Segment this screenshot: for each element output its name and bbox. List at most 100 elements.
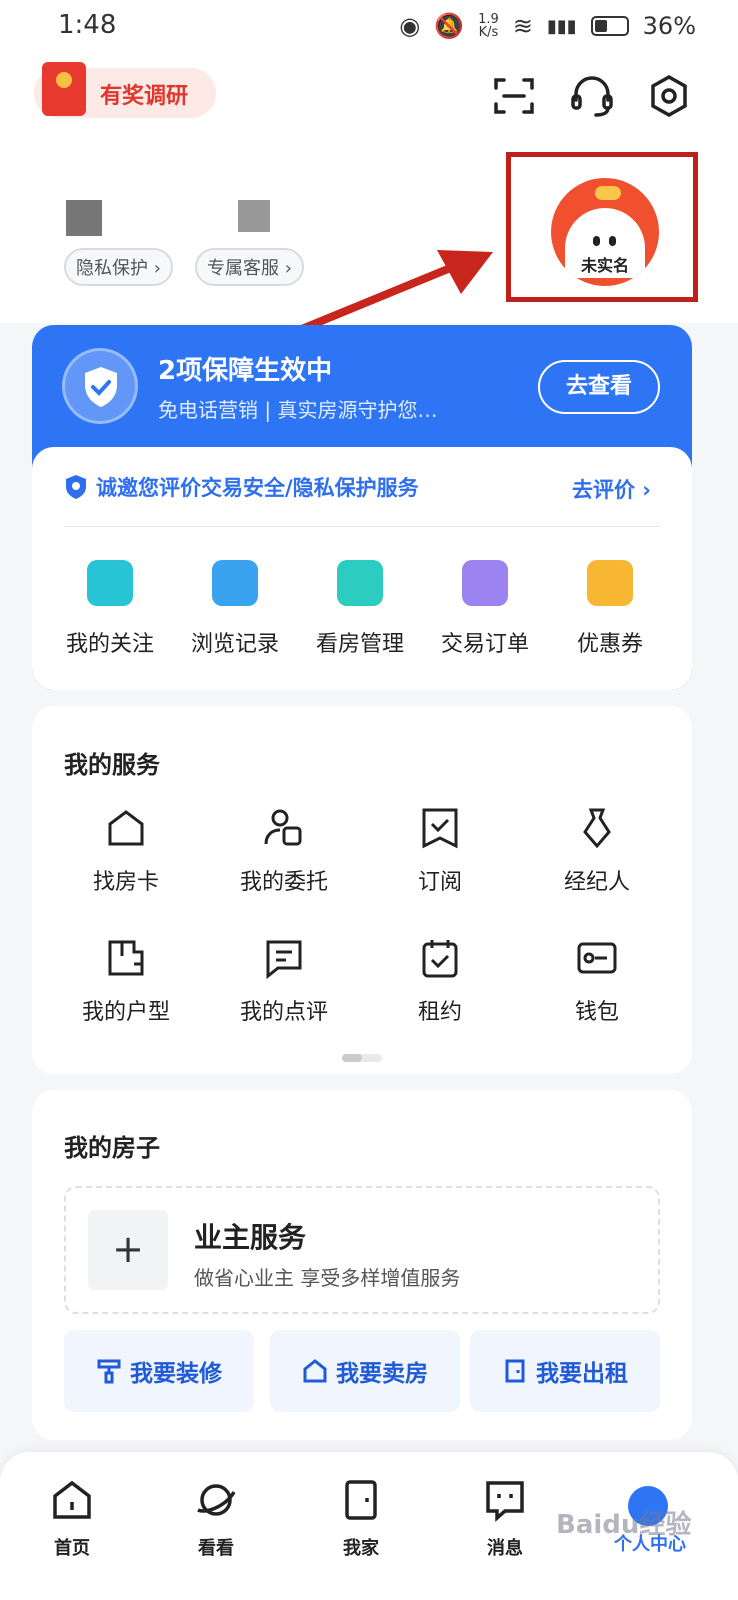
- wifi-icon: ≋: [512, 12, 533, 40]
- floorplan-icon: [108, 940, 144, 976]
- house-icon: [303, 1359, 327, 1383]
- door-icon: [505, 1359, 525, 1383]
- button-label: 我要卖房: [336, 1361, 428, 1387]
- service-label: 钱包: [574, 1000, 619, 1025]
- lease-icon: [422, 940, 458, 978]
- mute-icon: 🔕: [434, 12, 465, 40]
- comment-icon: [266, 940, 302, 980]
- planet-icon: [197, 1484, 236, 1516]
- battery-percent: 36%: [642, 12, 696, 40]
- service-label: 找房卡: [92, 870, 159, 895]
- tab-label: 我家: [343, 1538, 379, 1559]
- service-label: 订阅: [417, 870, 462, 895]
- quick-action-label: 我的关注: [65, 632, 154, 657]
- clipboard-icon: [462, 560, 508, 606]
- service-wallet[interactable]: 钱包: [537, 936, 657, 1026]
- service-lease[interactable]: 租约: [380, 936, 500, 1026]
- customer-service-icon[interactable]: [568, 72, 616, 120]
- protection-subtitle: 免电话营销 | 真实房源守护您…: [158, 398, 438, 422]
- evaluate-link[interactable]: 去评价 ›: [572, 474, 651, 504]
- browse-history-icon: [212, 560, 258, 606]
- my-house-title: 我的房子: [64, 1134, 160, 1162]
- service-label: 我的户型: [81, 1000, 170, 1025]
- button-label: 我要出租: [536, 1361, 628, 1387]
- service-label: 经纪人: [563, 870, 630, 895]
- battery-icon: [590, 16, 629, 36]
- net-speed: 1.9 K/s: [478, 13, 499, 39]
- view-protection-button[interactable]: 去查看: [538, 360, 660, 414]
- quick-action-label: 交易订单: [440, 632, 529, 657]
- bow-icon: [595, 186, 621, 200]
- quick-action-viewing[interactable]: 看房管理: [300, 560, 420, 658]
- username-blurred-2: [238, 200, 270, 232]
- scan-icon[interactable]: [490, 72, 538, 120]
- plus-icon[interactable]: +: [88, 1210, 168, 1290]
- sell-house-button[interactable]: 我要卖房: [270, 1330, 460, 1412]
- entrust-icon: [264, 809, 302, 846]
- home-icon: [53, 1480, 91, 1519]
- signal-icon: ▮▮▮: [546, 15, 577, 37]
- service-label: 我的点评: [239, 1000, 328, 1025]
- button-label: 我要装修: [130, 1361, 222, 1387]
- survey-button[interactable]: 有奖调研: [34, 62, 216, 118]
- status-bar: 1:48 ◉ 🔕 1.9 K/s ≋ ▮▮▮ 36%: [0, 0, 738, 58]
- service-house-card[interactable]: 找房卡: [66, 806, 186, 896]
- quick-action-orders[interactable]: 交易订单: [425, 560, 545, 658]
- quick-action-history[interactable]: 浏览记录: [175, 560, 295, 658]
- service-label: 租约: [417, 1000, 462, 1025]
- agent-icon: [583, 808, 611, 849]
- shield-icon: [62, 348, 138, 424]
- camera-icon: [337, 560, 383, 606]
- service-label: 我的委托: [239, 870, 328, 895]
- door-icon: [345, 1480, 377, 1520]
- paint-roller-icon: [97, 1359, 121, 1384]
- status-time: 1:48: [58, 10, 117, 40]
- subscribe-icon: [422, 808, 458, 849]
- owner-service-subtitle: 做省心业主 享受多样增值服务: [194, 1266, 461, 1290]
- services-title: 我的服务: [64, 751, 160, 779]
- rent-out-button[interactable]: 我要出租: [470, 1330, 660, 1412]
- survey-label: 有奖调研: [100, 84, 189, 109]
- avatar-eye: [593, 236, 600, 246]
- status-icons: ◉ 🔕 1.9 K/s ≋ ▮▮▮ 36%: [399, 12, 696, 40]
- avatar[interactable]: 未实名: [551, 178, 659, 286]
- privacy-protection-pill[interactable]: 隐私保护 ›: [64, 248, 173, 286]
- tab-label: 消息: [487, 1538, 523, 1559]
- pill-label: 隐私保护 ›: [76, 258, 161, 279]
- username-blurred: [66, 200, 102, 236]
- location-shield-icon: [66, 475, 86, 499]
- wallet-icon: [577, 942, 617, 974]
- quick-action-label: 看房管理: [315, 632, 404, 657]
- heart-icon: [87, 560, 133, 606]
- message-icon: [486, 1481, 524, 1522]
- settings-icon[interactable]: [645, 72, 693, 120]
- evaluate-text: 诚邀您评价交易安全/隐私保护服务: [96, 476, 419, 500]
- watermark: Baidu经验: [556, 1510, 692, 1540]
- red-envelope-icon: [42, 62, 86, 116]
- tab-messages[interactable]: 消息: [455, 1478, 555, 1560]
- service-agent[interactable]: 经纪人: [537, 806, 657, 896]
- tab-label: 看看: [198, 1538, 234, 1559]
- quick-action-follow[interactable]: 我的关注: [50, 560, 170, 658]
- eye-icon: ◉: [399, 12, 421, 40]
- net-speed-unit: K/s: [478, 25, 499, 40]
- tab-home[interactable]: 首页: [22, 1478, 122, 1560]
- service-comment[interactable]: 我的点评: [224, 936, 344, 1026]
- service-floorplan[interactable]: 我的户型: [66, 936, 186, 1026]
- coupon-icon: [587, 560, 633, 606]
- tab-discover[interactable]: 看看: [166, 1478, 266, 1560]
- tab-label: 首页: [54, 1538, 90, 1559]
- quick-action-coupons[interactable]: 优惠券: [550, 560, 670, 658]
- quick-action-label: 优惠券: [576, 632, 643, 657]
- quick-action-label: 浏览记录: [190, 632, 279, 657]
- protection-title: 2项保障生效中: [158, 356, 333, 386]
- owner-service-title: 业主服务: [194, 1221, 307, 1254]
- house-card-icon: [108, 810, 144, 846]
- service-entrust[interactable]: 我的委托: [224, 806, 344, 896]
- service-subscribe[interactable]: 订阅: [380, 806, 500, 896]
- avatar-eye: [609, 236, 616, 246]
- page-indicator: [342, 1054, 382, 1062]
- renovation-button[interactable]: 我要装修: [64, 1330, 254, 1412]
- tab-my-home[interactable]: 我家: [311, 1478, 411, 1560]
- evaluate-banner[interactable]: 诚邀您评价交易安全/隐私保护服务: [64, 472, 419, 502]
